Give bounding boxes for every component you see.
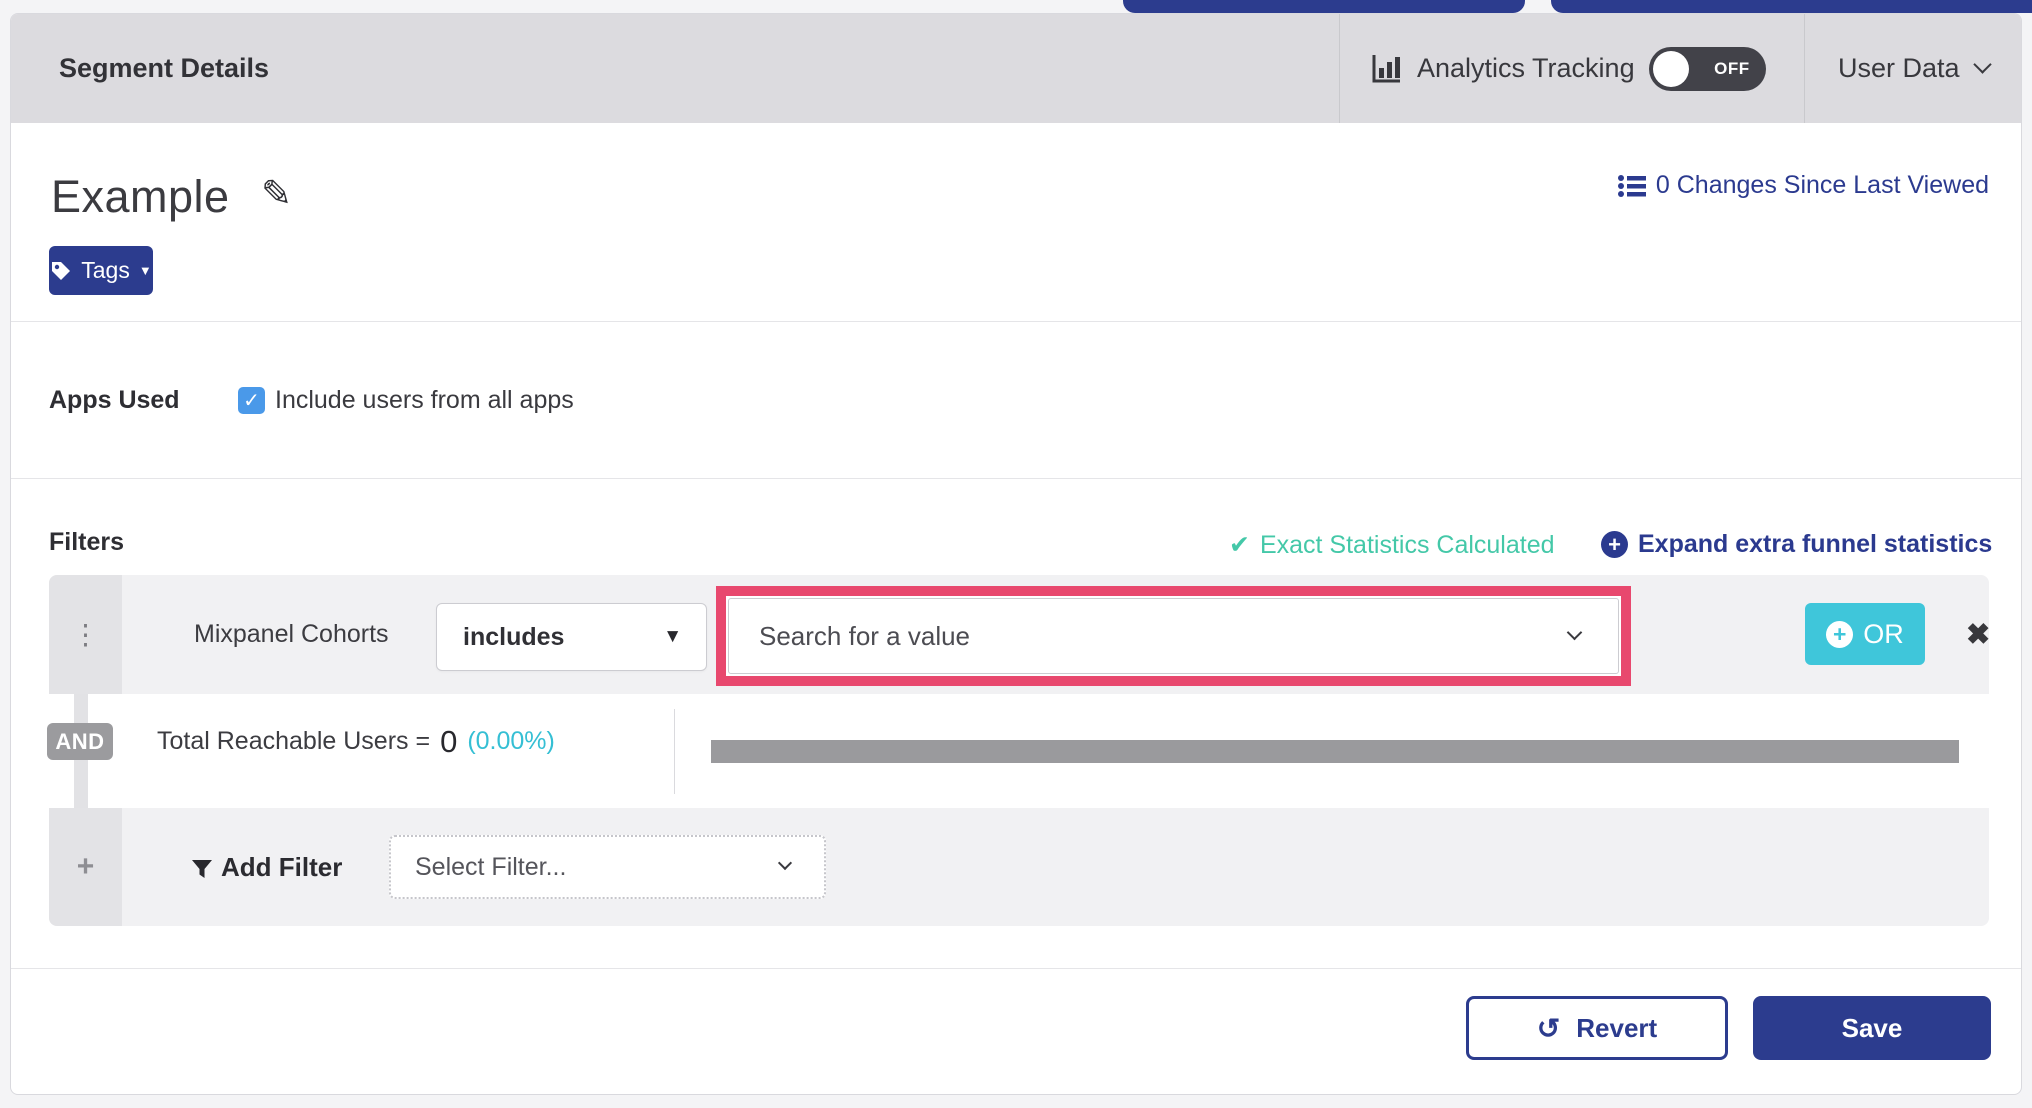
stats-divider: [674, 709, 675, 794]
add-filter-row: + Add Filter Select Filter...: [49, 808, 1989, 926]
filter-value-placeholder: Search for a value: [759, 620, 971, 651]
toggle-state-label: OFF: [1714, 58, 1750, 78]
filter-operator-select[interactable]: includes ▼: [436, 603, 707, 671]
remove-filter-icon[interactable]: ✖: [1966, 617, 1990, 652]
reachable-users-percent: (0.00%): [467, 727, 555, 755]
value-select-highlight: Search for a value: [716, 586, 1631, 686]
edit-pencil-icon[interactable]: ✎: [261, 172, 292, 215]
analytics-tracking-group: Analytics Tracking OFF: [1369, 14, 1766, 123]
filter-row: ⋮ Mixpanel Cohorts includes ▼ Search for…: [49, 575, 1990, 694]
add-filter-plus-handle[interactable]: +: [49, 808, 122, 926]
tag-icon: [50, 260, 72, 282]
include-all-apps-checkbox[interactable]: ✓: [238, 387, 265, 414]
total-reachable-users: Total Reachable Users = 0 (0.00%): [157, 694, 555, 789]
drag-dots-icon: ⋮: [71, 619, 100, 650]
analytics-tracking-label: Analytics Tracking: [1417, 53, 1635, 83]
page-title: Segment Details: [59, 53, 270, 83]
filter-value-select[interactable]: Search for a value: [728, 598, 1619, 674]
check-icon: ✔: [1229, 531, 1250, 559]
toggle-knob: [1652, 50, 1689, 87]
reachable-users-value: 0: [440, 723, 458, 759]
top-cutoff-button-left[interactable]: [1123, 0, 1525, 13]
segment-name: Example: [51, 171, 230, 222]
user-data-label: User Data: [1838, 53, 1960, 83]
tags-button-label: Tags: [81, 257, 130, 283]
funnel-icon: [191, 855, 213, 880]
user-data-dropdown[interactable]: User Data: [1838, 14, 1992, 123]
and-badge: AND: [47, 723, 113, 760]
stats-row: AND Total Reachable Users = 0 (0.00%): [47, 694, 1989, 808]
select-filter-placeholder: Select Filter...: [415, 852, 567, 881]
changes-link-label: 0 Changes Since Last Viewed: [1655, 171, 1989, 199]
filters-section-title: Filters: [49, 528, 125, 556]
divider: [11, 321, 2021, 322]
header-divider: [1339, 14, 1340, 123]
divider: [11, 478, 2021, 479]
plus-icon: +: [76, 850, 95, 883]
chevron-down-icon: [777, 855, 793, 871]
or-button-label: OR: [1863, 618, 1904, 649]
changelog-list-icon: [1617, 174, 1646, 198]
apps-used-label: Apps Used: [49, 386, 180, 414]
filter-name: Mixpanel Cohorts: [194, 620, 389, 648]
top-cutoff-button-right[interactable]: [1551, 0, 2032, 13]
filter-operator-value: includes: [463, 622, 565, 651]
tags-button[interactable]: Tags ▼: [49, 246, 153, 295]
include-all-apps-label: Include users from all apps: [275, 386, 574, 414]
expand-funnel-statistics-link[interactable]: + Expand extra funnel statistics: [1601, 530, 1992, 559]
add-or-condition-button[interactable]: + OR: [1805, 603, 1925, 665]
reachable-users-label: Total Reachable Users =: [157, 727, 431, 755]
select-filter-dropdown[interactable]: Select Filter...: [389, 835, 826, 899]
chevron-down-icon: [1566, 624, 1583, 640]
changes-since-last-viewed-link[interactable]: 0 Changes Since Last Viewed: [1617, 171, 1989, 200]
reachable-users-bar: [711, 740, 1959, 763]
chevron-down-icon: [1972, 55, 1992, 74]
divider: [11, 968, 2021, 969]
revert-button-label: Revert: [1576, 1012, 1658, 1043]
caret-down-icon: ▼: [663, 626, 682, 647]
analytics-tracking-toggle[interactable]: OFF: [1648, 46, 1766, 91]
card-header: Segment Details Analytics Tracking OFF U…: [11, 14, 2021, 123]
checkmark-icon: ✓: [243, 390, 260, 412]
add-filter-label-group: Add Filter: [191, 808, 342, 926]
revert-button[interactable]: ↺ Revert: [1466, 996, 1728, 1060]
header-divider: [1804, 14, 1805, 123]
segment-details-card: Segment Details Analytics Tracking OFF U…: [10, 13, 2022, 1095]
expand-funnel-statistics-label: Expand extra funnel statistics: [1638, 530, 1993, 558]
exact-statistics-status: ✔ Exact Statistics Calculated: [1229, 530, 1555, 560]
plus-circle-icon: +: [1601, 531, 1628, 558]
bar-chart-icon: [1369, 52, 1403, 86]
filter-drag-handle[interactable]: ⋮: [49, 575, 122, 694]
save-button[interactable]: Save: [1753, 996, 1991, 1060]
exact-statistics-label: Exact Statistics Calculated: [1259, 530, 1555, 559]
undo-icon: ↺: [1536, 1012, 1561, 1044]
caret-down-icon: ▼: [138, 263, 152, 278]
add-filter-label: Add Filter: [221, 851, 343, 882]
plus-circle-icon: +: [1826, 620, 1854, 648]
